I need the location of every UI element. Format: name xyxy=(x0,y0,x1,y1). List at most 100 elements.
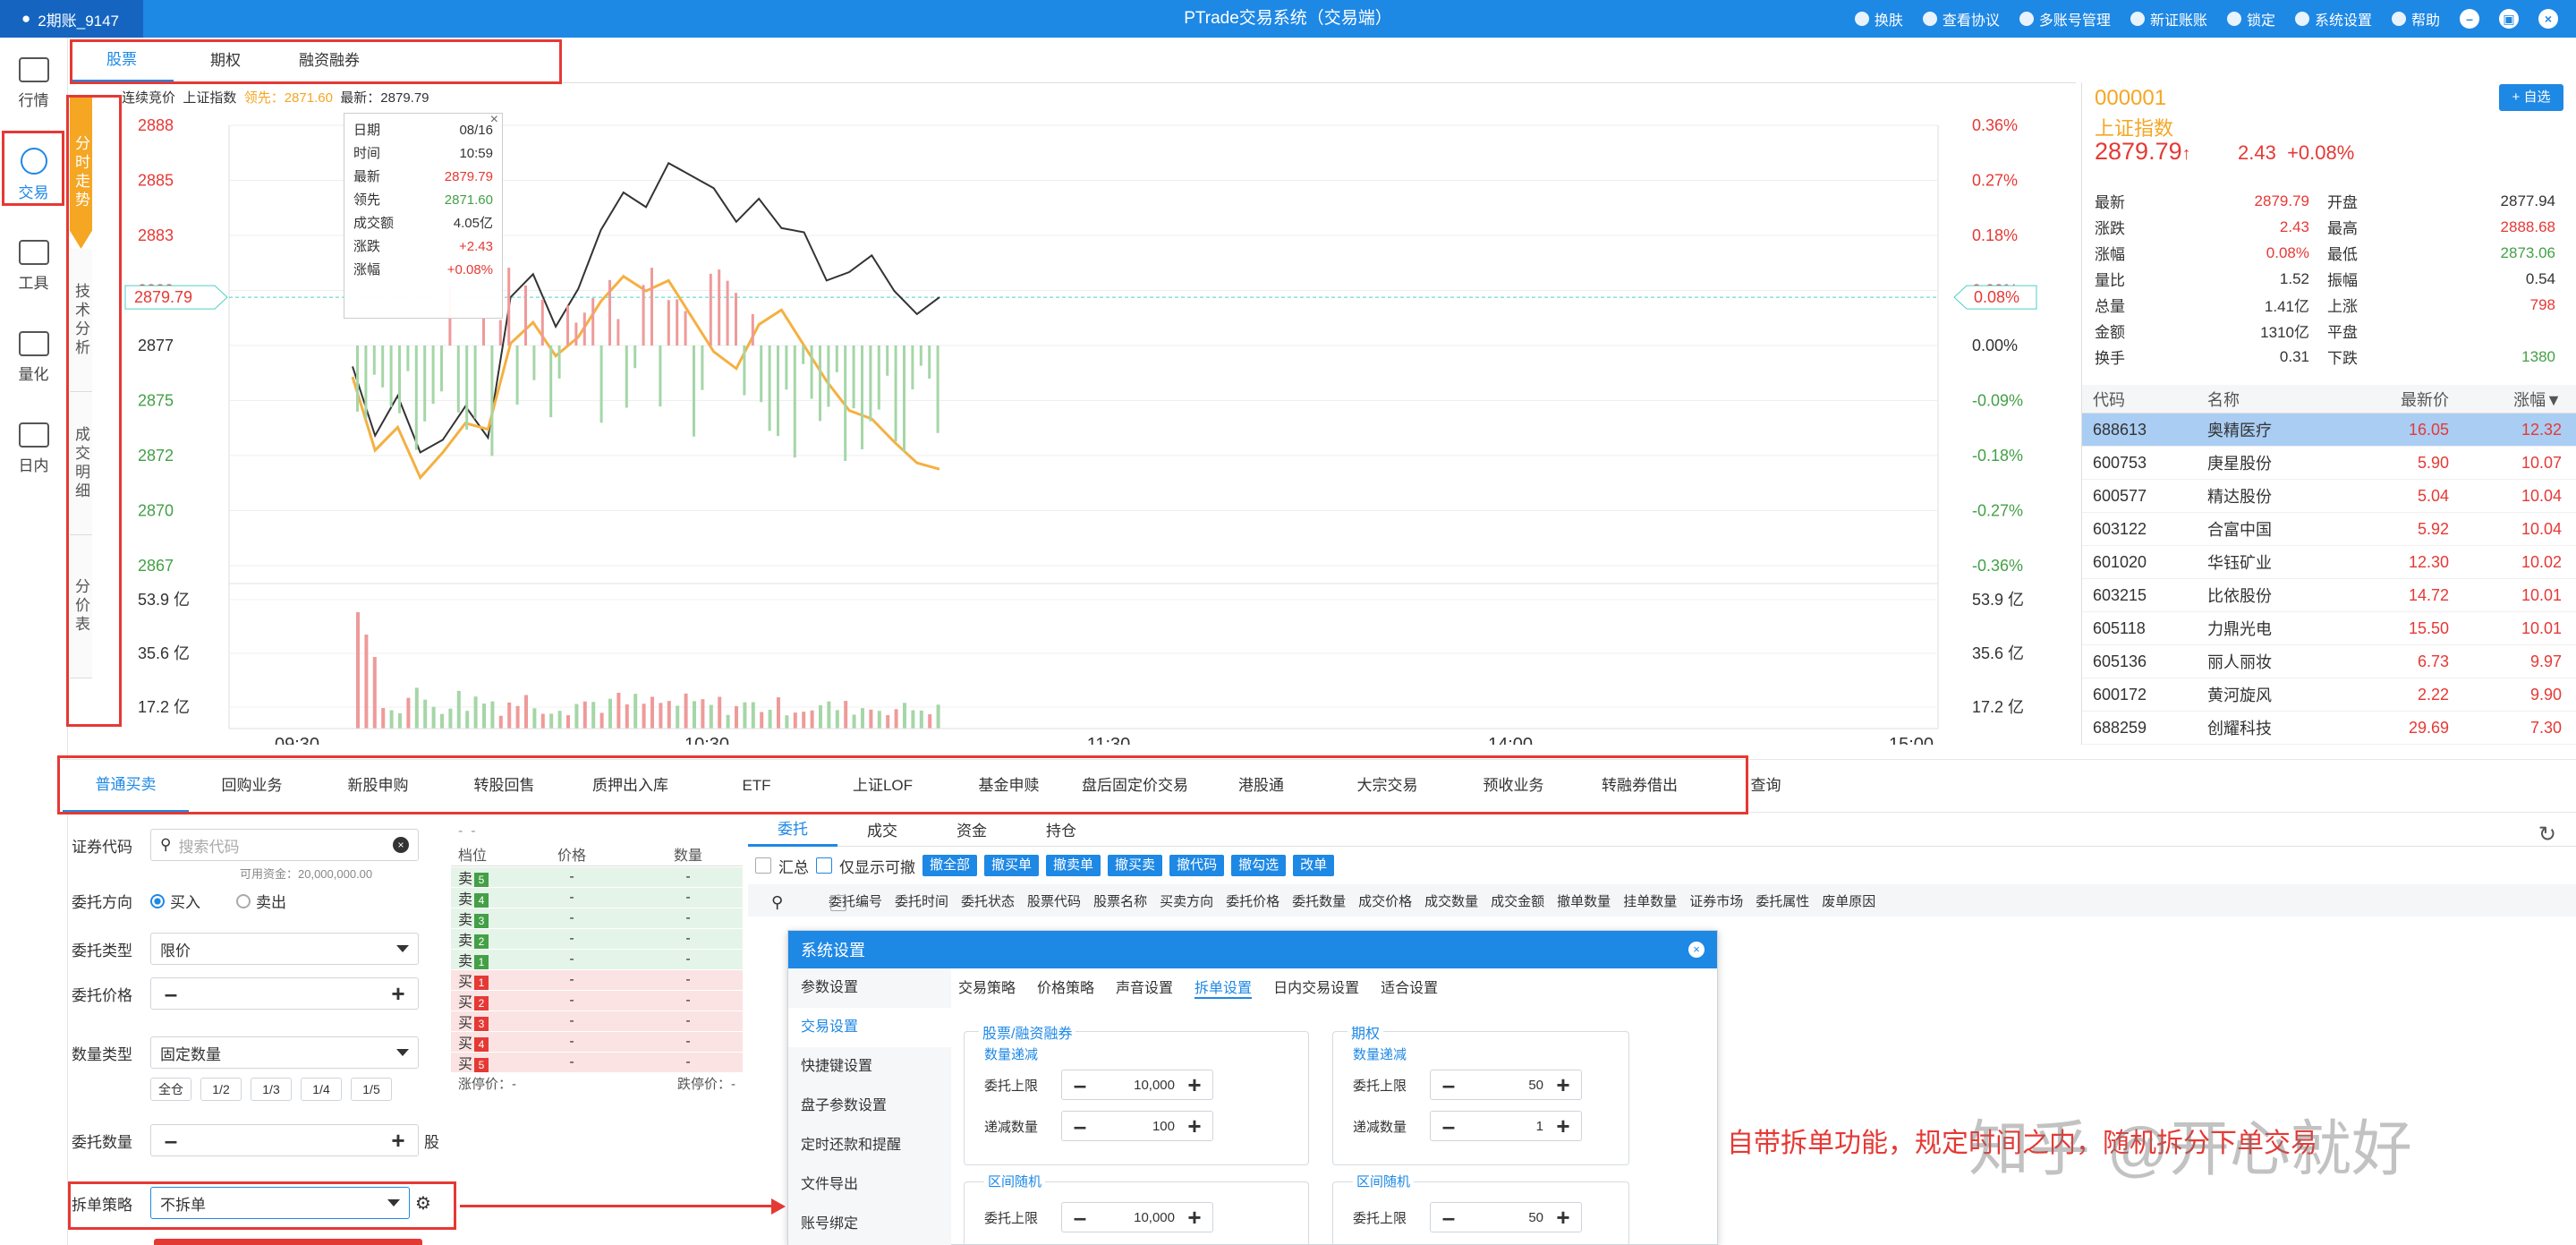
table-row[interactable]: 600577 精达股份 5.04 10.04 xyxy=(2082,480,2576,513)
book-row-ask[interactable]: 卖2-- xyxy=(451,929,743,949)
cancellable-checkbox[interactable] xyxy=(816,857,832,874)
vtab-technical[interactable]: 技术分析 xyxy=(70,249,92,392)
minus-icon[interactable]: – xyxy=(1438,1113,1459,1140)
func-tab[interactable]: 基金申赎 xyxy=(946,761,1072,811)
cancel-button[interactable]: 撤勾选 xyxy=(1231,855,1287,876)
qty-stepper[interactable]: – + xyxy=(150,1124,419,1156)
column-header[interactable]: 委托数量 xyxy=(1292,891,1346,910)
book-row-ask[interactable]: 卖5-- xyxy=(451,867,743,887)
book-row-bid[interactable]: 买1-- xyxy=(451,970,743,990)
book-row-bid[interactable]: 买5-- xyxy=(451,1053,743,1072)
column-header[interactable]: 成交金额 xyxy=(1491,891,1544,910)
dtab-sound[interactable]: 声音设置 xyxy=(1116,976,1173,999)
func-tab[interactable]: 港股通 xyxy=(1198,761,1324,811)
qty-type-select[interactable]: 固定数量 xyxy=(150,1036,419,1069)
side-scheduled-repay[interactable]: 定时还款和提醒 xyxy=(788,1126,951,1165)
minus-icon[interactable]: – xyxy=(1069,1113,1091,1140)
tab-margin[interactable]: 融资融券 xyxy=(277,41,381,81)
nav-tools[interactable]: 工具 xyxy=(0,220,67,311)
fraction-third-button[interactable]: 1/3 xyxy=(251,1078,292,1101)
column-header[interactable]: 股票名称 xyxy=(1093,891,1147,910)
table-row[interactable]: 605118 力鼎光电 15.50 10.01 xyxy=(2082,612,2576,645)
code-input[interactable]: ⚲ 搜索代码 × xyxy=(150,829,419,861)
book-row-ask[interactable]: 卖4-- xyxy=(451,888,743,908)
plus-icon[interactable]: + xyxy=(387,980,409,1008)
func-tab[interactable]: ETF xyxy=(693,761,820,811)
book-row-bid[interactable]: 买4-- xyxy=(451,1032,743,1052)
func-tab[interactable]: 新股申购 xyxy=(315,761,441,811)
vtab-ticks[interactable]: 成交明细 xyxy=(70,392,92,535)
column-header[interactable]: 买卖方向 xyxy=(1160,891,1213,910)
dtab-strategy[interactable]: 交易策略 xyxy=(958,976,1016,999)
cancel-button[interactable]: 撤代码 xyxy=(1169,855,1225,876)
plus-icon[interactable]: + xyxy=(1184,1204,1205,1232)
side-file-export[interactable]: 文件导出 xyxy=(788,1165,951,1205)
side-params[interactable]: 参数设置 xyxy=(788,968,951,1008)
func-tab[interactable]: 转股回售 xyxy=(441,761,567,811)
plus-icon[interactable]: + xyxy=(1552,1204,1574,1232)
select-all-checkbox[interactable] xyxy=(830,895,846,911)
minus-icon[interactable]: – xyxy=(1069,1071,1091,1099)
help-button[interactable]: 帮助 xyxy=(2391,8,2440,30)
nav-intraday[interactable]: 日内 xyxy=(0,403,67,494)
column-header[interactable]: 撤单数量 xyxy=(1557,891,1611,910)
dtab-price[interactable]: 价格策略 xyxy=(1037,976,1094,999)
summary-checkbox[interactable] xyxy=(755,857,771,874)
submit-button-edge[interactable] xyxy=(154,1239,422,1245)
table-row[interactable]: 605136 丽人丽妆 6.73 9.97 xyxy=(2082,645,2576,678)
plus-icon[interactable]: + xyxy=(1552,1071,1574,1099)
side-trade-settings[interactable]: 交易设置 xyxy=(788,1008,951,1047)
dtab-intraday[interactable]: 日内交易设置 xyxy=(1273,976,1359,999)
price-stepper[interactable]: – + xyxy=(150,977,419,1010)
side-account-binding[interactable]: 账号绑定 xyxy=(788,1205,951,1244)
column-header[interactable]: 成交价格 xyxy=(1358,891,1412,910)
minimize-icon[interactable]: – xyxy=(2460,9,2479,29)
minus-icon[interactable]: – xyxy=(160,1127,182,1155)
column-header[interactable]: 委托状态 xyxy=(961,891,1015,910)
minus-icon[interactable]: – xyxy=(1438,1204,1459,1232)
skin-button[interactable]: 换肤 xyxy=(1854,8,1903,30)
sell-radio[interactable]: 卖出 xyxy=(236,890,286,912)
multi-account-button[interactable]: 多账号管理 xyxy=(2019,8,2111,30)
add-watchlist-button[interactable]: + 自选 xyxy=(2499,84,2563,111)
column-header[interactable]: 成交数量 xyxy=(1424,891,1478,910)
column-header[interactable]: 委托属性 xyxy=(1756,891,1809,910)
fraction-fifth-button[interactable]: 1/5 xyxy=(351,1078,392,1101)
minus-icon[interactable]: – xyxy=(160,980,182,1008)
system-settings-button[interactable]: 系统设置 xyxy=(2294,8,2372,30)
plus-icon[interactable]: + xyxy=(387,1127,409,1155)
plus-icon[interactable]: + xyxy=(1184,1071,1205,1099)
column-header[interactable]: 挂单数量 xyxy=(1623,891,1677,910)
func-tab[interactable]: 质押出入库 xyxy=(567,761,693,811)
func-tab[interactable]: 预收业务 xyxy=(1450,761,1577,811)
column-header[interactable]: 股票代码 xyxy=(1027,891,1081,910)
func-tab[interactable]: 查询 xyxy=(1703,761,1829,811)
split-strategy-select[interactable]: 不拆单 xyxy=(150,1187,410,1219)
table-row[interactable]: 688613 奥精医疗 16.05 12.32 xyxy=(2082,414,2576,447)
table-row[interactable]: 603215 比依股份 14.72 10.01 xyxy=(2082,579,2576,612)
minus-icon[interactable]: – xyxy=(1438,1071,1459,1099)
account-indicator[interactable]: ● 2期账_9147 xyxy=(0,0,143,38)
nav-trade[interactable]: 交易 xyxy=(0,129,67,220)
func-tab[interactable]: 盘后固定价交易 xyxy=(1072,761,1198,811)
tab-orders[interactable]: 委托 xyxy=(748,815,837,847)
book-row-bid[interactable]: 买3-- xyxy=(451,1011,743,1031)
cancel-button[interactable]: 撤买单 xyxy=(984,855,1040,876)
table-row[interactable]: 600172 黄河旋风 2.22 9.90 xyxy=(2082,678,2576,712)
book-row-ask[interactable]: 卖1-- xyxy=(451,950,743,969)
cancel-button[interactable]: 撤卖单 xyxy=(1046,855,1101,876)
func-tab[interactable]: 回购业务 xyxy=(189,761,315,811)
tab-trades[interactable]: 成交 xyxy=(837,817,927,846)
gear-icon[interactable]: ⚙ xyxy=(415,1192,431,1215)
func-tab[interactable]: 上证LOF xyxy=(820,761,946,811)
minus-icon[interactable]: – xyxy=(1069,1204,1091,1232)
fraction-quarter-button[interactable]: 1/4 xyxy=(301,1078,342,1101)
table-row[interactable]: 601020 华钰矿业 12.30 10.02 xyxy=(2082,546,2576,579)
cancel-button[interactable]: 撤买卖 xyxy=(1108,855,1163,876)
buy-radio[interactable]: 买入 xyxy=(150,890,200,912)
sort-column-change[interactable]: 涨幅▼ xyxy=(2458,388,2574,411)
nav-market[interactable]: 行情 xyxy=(0,38,67,129)
tab-positions[interactable]: 持仓 xyxy=(1016,817,1106,846)
fraction-half-button[interactable]: 1/2 xyxy=(200,1078,242,1101)
vtab-intraday[interactable]: 分时走势 xyxy=(70,97,92,249)
